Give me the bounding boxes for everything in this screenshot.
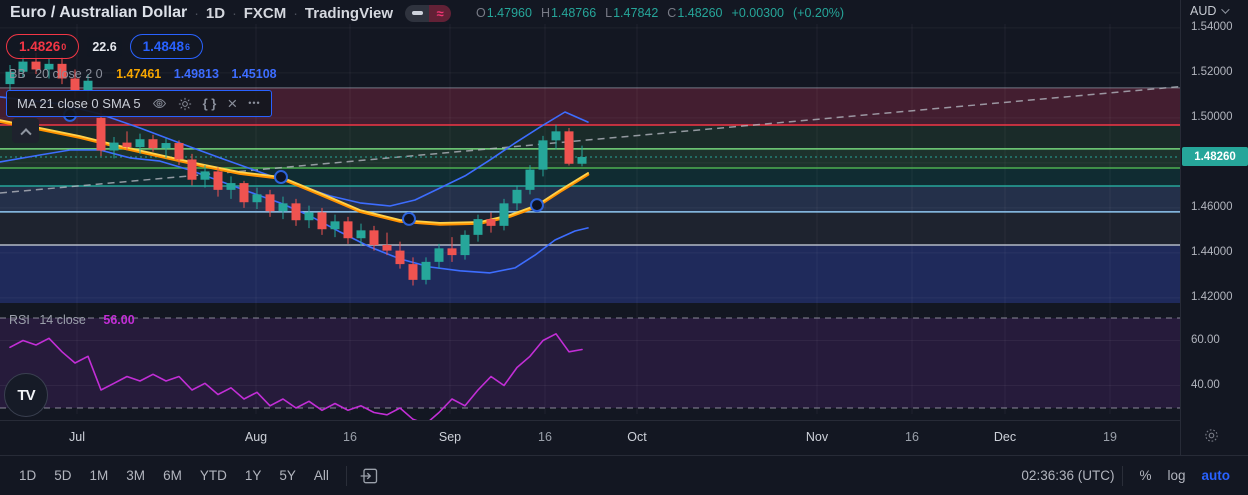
sell-price: 1.4826 <box>19 39 61 54</box>
high-value: 1.48766 <box>550 6 597 20</box>
gear-icon[interactable] <box>178 97 192 111</box>
price-axis-label: 1.52000 <box>1191 65 1233 78</box>
low-label: L <box>605 6 613 20</box>
price-axis-label: 1.44000 <box>1191 245 1233 258</box>
ma-title: MA 21 close 0 SMA 5 <box>17 96 141 111</box>
rsi-axis-label: 60.00 <box>1191 333 1220 346</box>
bb-name: BB <box>9 67 26 81</box>
rsi-legend[interactable]: RSI 14 close 56.00 <box>9 313 135 327</box>
tradingview-logo[interactable]: TV <box>4 373 48 417</box>
ma-legend[interactable]: MA 21 close 0 SMA 5 { } × ••• <box>6 90 272 117</box>
go-to-date-button[interactable] <box>359 466 379 486</box>
main-chart[interactable] <box>0 0 1180 420</box>
settings-gear-icon[interactable] <box>1203 427 1220 449</box>
more-options-icon[interactable]: ••• <box>248 99 260 108</box>
close-label: C <box>667 6 677 20</box>
chart-header: Euro / Australian Dollar · 1D · FXCM · T… <box>10 0 844 26</box>
eye-icon[interactable] <box>152 96 167 111</box>
rsi-params: 14 close <box>39 313 86 327</box>
rsi-name: RSI <box>9 313 30 327</box>
currency-selector[interactable]: AUD <box>1190 4 1231 18</box>
chevron-up-icon <box>19 127 32 139</box>
high-label: H <box>540 6 550 20</box>
price-axis-label: 1.54000 <box>1191 20 1233 33</box>
percent-scale-button[interactable]: % <box>1131 464 1159 487</box>
toolbar-divider <box>345 465 347 486</box>
range-button-all[interactable]: All <box>305 464 338 487</box>
auto-scale-button[interactable]: auto <box>1194 464 1239 487</box>
time-axis-label: 16 <box>538 430 552 444</box>
buy-button[interactable]: 1.4848 6 <box>129 34 203 59</box>
price-axis-label: 1.50000 <box>1191 110 1233 123</box>
spread-value: 22.6 <box>87 36 122 57</box>
time-axis-label: 19 <box>1103 430 1117 444</box>
time-axis-label: Aug <box>244 430 268 444</box>
minus-toggle-icon[interactable] <box>405 4 430 22</box>
low-value: 1.47842 <box>613 6 659 20</box>
ohlc-readout: O 1.47960 H 1.48766 L 1.47842 C 1.48260 +0.0… <box>467 6 844 20</box>
platform-label[interactable]: TradingView <box>305 5 393 22</box>
last-price-badge: 1.48260 <box>1182 147 1248 166</box>
bb-params: 20 close 2 0 <box>35 67 103 81</box>
rsi-value: 56.00 <box>103 313 135 327</box>
toolbar-divider <box>1122 465 1124 486</box>
exchange-label[interactable]: FXCM <box>244 5 287 22</box>
sell-button[interactable]: 1.4826 0 <box>6 34 80 59</box>
time-axis-label: Sep <box>438 430 462 444</box>
source-code-icon[interactable]: { } <box>203 97 217 110</box>
buy-price: 1.4848 <box>142 39 184 54</box>
close-value: 1.48260 <box>677 6 723 20</box>
trade-widget: 1.4826 0 22.6 1.4848 6 <box>6 34 203 59</box>
change-percent: (+0.20%) <box>793 6 845 20</box>
tradingview-chart-window: Euro / Australian Dollar · 1D · FXCM · T… <box>0 0 1248 495</box>
date-range-switcher: 1D 5D 1M 3M 6M YTD 1Y 5Y All <box>10 464 338 487</box>
bb-legend[interactable]: BB 20 close 2 0 1.47461 1.49813 1.45108 <box>9 67 277 81</box>
currency-label: AUD <box>1190 4 1217 18</box>
tv-logo-text: TV <box>17 386 35 404</box>
timezone-clock[interactable]: 02:36:36 (UTC) <box>1021 468 1114 483</box>
legend-collapse-button[interactable] <box>12 118 39 143</box>
range-button-1m[interactable]: 1M <box>81 464 118 487</box>
range-button-1y[interactable]: 1Y <box>236 464 271 487</box>
price-axis-label: 1.42000 <box>1191 290 1233 303</box>
header-separator: · <box>293 5 298 21</box>
time-axis[interactable]: Jul Aug 16 Sep 16 Oct Nov 16 Dec 19 <box>0 420 1180 455</box>
marker-toggle[interactable]: ≈ <box>405 4 452 22</box>
chevron-down-icon <box>1221 5 1231 14</box>
toolbar-right: 02:36:36 (UTC) % log auto <box>1021 464 1238 487</box>
range-button-1d[interactable]: 1D <box>10 464 45 487</box>
log-scale-button[interactable]: log <box>1159 464 1193 487</box>
approx-toggle-icon[interactable]: ≈ <box>429 4 452 22</box>
open-label: O <box>476 6 486 20</box>
range-button-ytd[interactable]: YTD <box>191 464 236 487</box>
bb-basis-value: 1.47461 <box>116 67 162 81</box>
header-separator: · <box>232 5 237 21</box>
range-button-3m[interactable]: 3M <box>117 464 154 487</box>
time-axis-label: 16 <box>343 430 357 444</box>
time-axis-label: Jul <box>69 430 85 444</box>
range-button-5d[interactable]: 5D <box>45 464 80 487</box>
price-axis-label: 1.46000 <box>1191 200 1233 213</box>
header-separator: · <box>194 5 199 21</box>
time-axis-label: Dec <box>993 430 1017 444</box>
price-axis[interactable]: AUD 1.54000 1.52000 1.50000 1.46000 1.44000 1… <box>1180 0 1248 455</box>
bb-upper-value: 1.49813 <box>173 67 219 81</box>
buy-price-sup: 6 <box>184 41 190 52</box>
time-axis-label: Oct <box>627 430 647 444</box>
time-axis-label: Nov <box>805 430 829 444</box>
range-button-6m[interactable]: 6M <box>154 464 191 487</box>
symbol-title[interactable]: Euro / Australian Dollar <box>10 4 187 22</box>
open-value: 1.47960 <box>486 6 532 20</box>
range-button-5y[interactable]: 5Y <box>270 464 305 487</box>
time-axis-label: 16 <box>905 430 919 444</box>
sell-price-sup: 0 <box>61 41 67 52</box>
rsi-axis-label: 40.00 <box>1191 378 1220 391</box>
interval-button[interactable]: 1D <box>206 5 225 22</box>
bottom-toolbar: 1D 5D 1M 3M 6M YTD 1Y 5Y All 02:36:36 (UTC) % lo… <box>0 455 1248 495</box>
bb-lower-value: 1.45108 <box>231 67 277 81</box>
change-value: +0.00300 <box>731 6 784 20</box>
close-icon[interactable]: × <box>227 95 237 112</box>
